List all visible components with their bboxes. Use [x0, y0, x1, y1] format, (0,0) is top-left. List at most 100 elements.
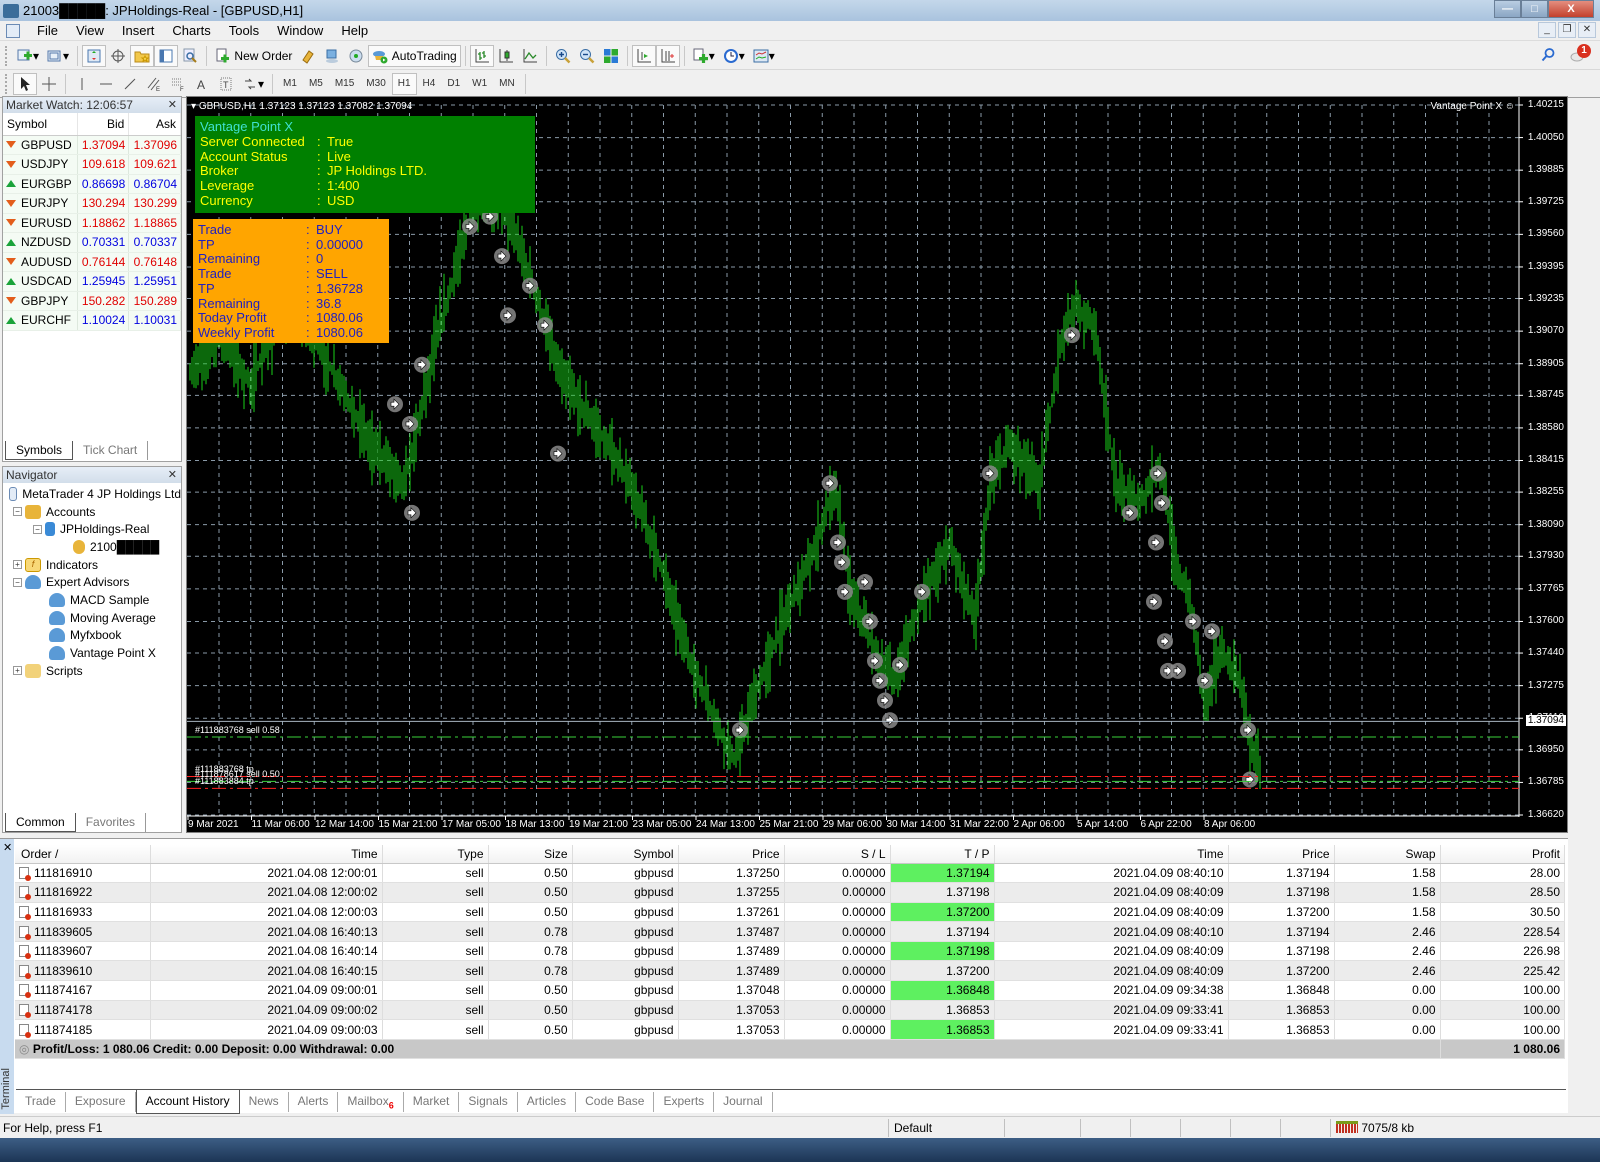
search-icon[interactable]: [1540, 47, 1556, 63]
collapse-icon[interactable]: −: [13, 507, 22, 517]
strategy-tester-toggle[interactable]: [178, 45, 202, 67]
metaeditor-button[interactable]: [296, 45, 320, 67]
column-header[interactable]: Order /: [15, 845, 151, 864]
tab-articles[interactable]: Articles: [518, 1092, 577, 1113]
timeframe-w1[interactable]: W1: [466, 73, 493, 95]
column-bid[interactable]: Bid: [77, 113, 130, 136]
column-header[interactable]: T / P: [890, 845, 995, 864]
column-header[interactable]: Size: [488, 845, 573, 864]
maximize-button[interactable]: □: [1521, 0, 1548, 18]
history-row[interactable]: 111816933 2021.04.08 12:00:03 sell 0.50 gbpu…: [15, 902, 1565, 923]
cursor-tool[interactable]: [13, 72, 37, 95]
column-header[interactable]: Profit: [1440, 845, 1565, 864]
timeframe-m15[interactable]: M15: [329, 73, 360, 95]
equidistant-channel-tool[interactable]: E: [142, 73, 166, 95]
column-header[interactable]: Time: [150, 845, 383, 864]
tab-alerts[interactable]: Alerts: [289, 1092, 339, 1113]
history-row[interactable]: 111874167 2021.04.09 09:00:01 sell 0.50 gbpu…: [15, 980, 1565, 1001]
collapse-icon[interactable]: −: [33, 524, 42, 534]
tab-signals[interactable]: Signals: [459, 1092, 518, 1113]
tab-account-history[interactable]: Account History: [135, 1090, 240, 1115]
toolbar-grip[interactable]: [5, 45, 9, 66]
expand-icon[interactable]: +: [13, 666, 22, 676]
column-header[interactable]: Symbol: [572, 845, 679, 864]
market-watch-row[interactable]: GBPUSD 1.37094 1.37096: [3, 135, 181, 155]
history-row[interactable]: 111839605 2021.04.08 16:40:13 sell 0.78 gbpu…: [15, 921, 1565, 942]
tree-expert-item[interactable]: Moving Average: [3, 609, 181, 627]
vertical-line-tool[interactable]: [70, 73, 94, 95]
timeframe-h1[interactable]: H1: [391, 72, 417, 95]
text-tool[interactable]: A: [190, 73, 214, 95]
text-label-tool[interactable]: T: [214, 73, 238, 95]
column-header[interactable]: Price: [1228, 845, 1335, 864]
templates-button[interactable]: ▾: [749, 45, 779, 67]
notifications-button[interactable]: 1: [1570, 44, 1591, 64]
bar-chart-button[interactable]: [469, 44, 494, 67]
timeframe-m5[interactable]: M5: [303, 73, 329, 95]
column-symbol[interactable]: Symbol: [3, 113, 78, 136]
market-watch-row[interactable]: AUDUSD 0.76144 0.76148: [3, 252, 181, 272]
tree-account[interactable]: 2100█████: [3, 538, 181, 556]
timeframe-m1[interactable]: M1: [277, 73, 303, 95]
price-axis[interactable]: 1.40215 1.40050 1.39885 1.39725 1.39560 1.393…: [1519, 97, 1567, 832]
horizontal-line-tool[interactable]: [94, 73, 118, 95]
mdi-restore-button[interactable]: ❐: [1558, 22, 1576, 38]
tab-symbols[interactable]: Symbols: [5, 441, 74, 460]
market-watch-toggle[interactable]: [82, 44, 107, 67]
market-watch-row[interactable]: EURGBP 0.86698 0.86704: [3, 174, 181, 194]
menu-view[interactable]: View: [67, 23, 113, 38]
column-header[interactable]: Price: [678, 845, 785, 864]
tree-expert-item[interactable]: MACD Sample: [3, 591, 181, 609]
market-watch-row[interactable]: EURUSD 1.18862 1.18865: [3, 213, 181, 233]
market-watch-row[interactable]: GBPJPY 150.282 150.289: [3, 291, 181, 311]
toolbar-grip[interactable]: [5, 73, 9, 94]
timeframe-mn[interactable]: MN: [493, 73, 521, 95]
tree-server[interactable]: − JPHoldings-Real: [3, 520, 181, 538]
tab-journal[interactable]: Journal: [714, 1092, 773, 1113]
navigator-toggle[interactable]: [130, 44, 155, 67]
status-profile[interactable]: Default: [888, 1118, 1004, 1137]
menu-file[interactable]: File: [28, 23, 67, 38]
periods-button[interactable]: ▾: [719, 45, 749, 67]
tab-market[interactable]: Market: [404, 1092, 460, 1113]
market-watch-row[interactable]: NZDUSD 0.70331 0.70337: [3, 232, 181, 253]
tree-scripts[interactable]: + Scripts: [3, 662, 181, 680]
fibonacci-tool[interactable]: F: [166, 73, 190, 95]
candlestick-chart-button[interactable]: [494, 45, 518, 67]
chart-window-icon[interactable]: [6, 23, 20, 38]
tree-root[interactable]: MetaTrader 4 JP Holdings Ltd: [3, 485, 181, 503]
arrows-tool[interactable]: ▾: [238, 73, 268, 95]
tab-code-base[interactable]: Code Base: [576, 1092, 655, 1113]
tree-expert-advisors[interactable]: − Expert Advisors: [3, 573, 181, 591]
connection-status[interactable]: 7075/8 kb: [1330, 1118, 1600, 1137]
column-header[interactable]: Time: [994, 845, 1229, 864]
mdi-minimize-button[interactable]: _: [1538, 22, 1556, 38]
ea-label[interactable]: Vantage Point X ☺: [1430, 101, 1515, 112]
autotrading-button[interactable]: AutoTrading: [368, 44, 461, 67]
tree-indicators[interactable]: + f Indicators: [3, 556, 181, 574]
market-watch-row[interactable]: EURJPY 130.294 130.299: [3, 193, 181, 214]
tab-common[interactable]: Common: [5, 813, 76, 832]
close-market-watch-button[interactable]: ✕: [168, 97, 177, 113]
trendline-tool[interactable]: [118, 73, 142, 95]
tree-expert-item[interactable]: Myfxbook: [3, 627, 181, 645]
history-row[interactable]: 111874185 2021.04.09 09:00:03 sell 0.50 gbpu…: [15, 1019, 1565, 1040]
column-ask[interactable]: Ask: [128, 113, 181, 136]
auto-scroll-button[interactable]: [655, 44, 680, 67]
close-button[interactable]: X: [1548, 0, 1594, 18]
chart-shift-button[interactable]: [631, 44, 656, 67]
tab-exposure[interactable]: Exposure: [66, 1092, 136, 1113]
menu-tools[interactable]: Tools: [220, 23, 268, 38]
tree-expert-item[interactable]: Vantage Point X: [3, 644, 181, 662]
menu-insert[interactable]: Insert: [113, 23, 164, 38]
history-row[interactable]: 111816910 2021.04.08 12:00:01 sell 0.50 gbpu…: [15, 863, 1565, 884]
menu-window[interactable]: Window: [268, 23, 332, 38]
tab-experts[interactable]: Experts: [654, 1092, 715, 1113]
tab-trade[interactable]: Trade: [16, 1092, 66, 1113]
new-order-button[interactable]: New Order: [211, 45, 296, 67]
history-row[interactable]: 111816922 2021.04.08 12:00:02 sell 0.50 gbpu…: [15, 882, 1565, 903]
indicators-button[interactable]: ▾: [689, 45, 719, 67]
mdi-close-button[interactable]: ✕: [1578, 22, 1596, 38]
tab-news[interactable]: News: [240, 1092, 289, 1113]
terminal-toggle[interactable]: [154, 44, 179, 67]
